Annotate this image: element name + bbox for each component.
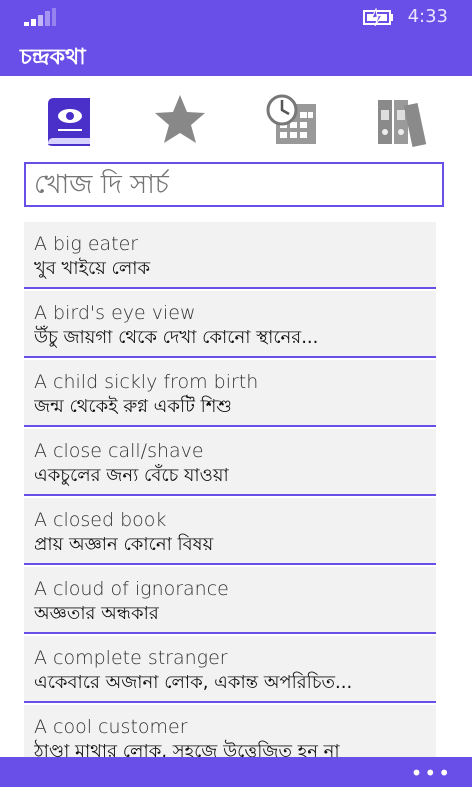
binders-icon[interactable] [374,90,434,150]
list-item[interactable]: A closed book প্রায় অজ্ঞান কোনো বিষয় [24,498,436,565]
app-title: চন্দ্রকথা [20,45,86,70]
phrase-english: A cool customer [34,716,188,738]
list-item[interactable]: A big eater খুব খাইয়ে লোক [24,222,436,289]
phrase-bengali: একচুলের জন্য বেঁচে যাওয়া [34,465,229,486]
book-icon[interactable] [40,90,100,150]
list-item[interactable]: A cool customer ঠাণ্ডা মাথার লোক, সহজে উ… [24,705,436,757]
phrase-bengali: একেবারে অজানা লোক, একান্ত অপরিচিত... [34,672,353,693]
app-bar: ••• [0,757,472,787]
star-icon[interactable] [150,90,210,150]
list-item[interactable]: A child sickly from birth জন্ম থেকেই রুগ… [24,360,436,427]
phrase-bengali: জন্ম থেকেই রুগ্ন একটি শিশু [34,396,232,417]
list-item[interactable]: A complete stranger একেবারে অজানা লোক, এ… [24,636,436,703]
more-options-button[interactable]: ••• [411,761,452,785]
phrase-bengali: খুব খাইয়ে লোক [34,258,151,279]
search-box [24,162,444,207]
phrase-bengali: ঠাণ্ডা মাথার লোক, সহজে উত্তেজিত হন না [34,741,340,757]
phrase-english: A closed book [34,509,167,531]
phrase-english: A big eater [34,233,139,255]
battery-charging-icon [363,8,393,26]
signal-strength-icon [24,8,56,26]
search-input[interactable] [26,164,442,205]
list-item[interactable]: A cloud of ignorance অজ্ঞতার অন্ধকার [24,567,436,634]
phrase-bengali: অজ্ঞতার অন্ধকার [34,603,159,624]
list-item[interactable]: A close call/shave একচুলের জন্য বেঁচে যা… [24,429,436,496]
phrase-english: A bird's eye view [34,302,196,324]
icon-tab-bar [0,80,472,160]
calendar-clock-icon[interactable] [262,90,322,150]
phrase-english: A cloud of ignorance [34,578,229,600]
phrase-list: A big eater খুব খাইয়ে লোক A bird's eye … [24,222,436,757]
status-bar: 4:33 [0,0,472,34]
app-header: চন্দ্রকথা [0,34,472,76]
phrase-bengali: উঁচু জায়গা থেকে দেখা কোনো স্থানের... [34,327,319,348]
phrase-english: A child sickly from birth [34,371,259,393]
status-time: 4:33 [407,6,448,27]
phrase-bengali: প্রায় অজ্ঞান কোনো বিষয় [34,534,214,555]
phrase-english: A complete stranger [34,647,228,669]
phrase-english: A close call/shave [34,440,204,462]
list-item[interactable]: A bird's eye view উঁচু জায়গা থেকে দেখা … [24,291,436,358]
